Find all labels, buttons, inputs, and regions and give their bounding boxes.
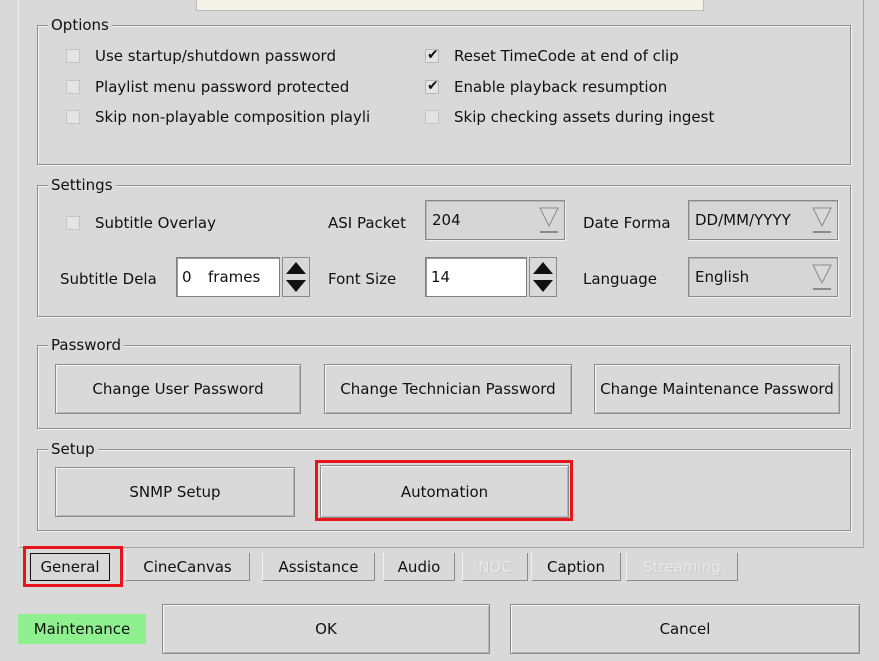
tab-general[interactable]: General [30, 553, 110, 581]
change-user-password-label: Change User Password [92, 380, 264, 398]
playlist-password-checkbox[interactable] [66, 80, 80, 94]
tab-noc-label: NOC [478, 557, 512, 576]
skip-checking-assets-label: Skip checking assets during ingest [454, 108, 715, 126]
language-label: Language [583, 270, 658, 288]
settings-legend: Settings [48, 176, 116, 194]
tab-general-label: General [40, 558, 100, 576]
font-size-label: Font Size [328, 270, 397, 288]
font-size-stepper[interactable] [529, 257, 557, 297]
dropdown-arrow-icon [812, 264, 832, 290]
subtitle-delay-label: Subtitle Dela [60, 270, 157, 288]
skip-checking-assets-checkbox[interactable] [425, 110, 439, 124]
snmp-setup-button[interactable]: SNMP Setup [55, 467, 295, 517]
use-startup-password-label: Use startup/shutdown password [95, 47, 336, 65]
tab-noc[interactable]: NOC [462, 553, 528, 581]
reset-timecode-label: Reset TimeCode at end of clip [454, 47, 679, 65]
tab-assistance-label: Assistance [278, 557, 359, 576]
reset-timecode-checkbox[interactable]: ✔ [425, 47, 439, 63]
options-legend: Options [48, 16, 112, 34]
subtitle-delay-unit: frames [208, 268, 261, 286]
tab-streaming-label: Streaming [643, 557, 721, 576]
status-badge-label: Maintenance [33, 620, 131, 638]
subtitle-delay-input[interactable]: 0 frames [176, 257, 280, 297]
automation-button[interactable]: Automation [320, 465, 569, 518]
font-size-value: 14 [431, 268, 451, 286]
checkmark-icon: ✔ [427, 47, 439, 63]
playlist-password-label: Playlist menu password protected [95, 78, 350, 96]
date-format-value: DD/MM/YYYY [695, 211, 791, 229]
skip-nonplayable-label: Skip non-playable composition playli [95, 108, 371, 126]
language-dropdown[interactable]: English [688, 257, 838, 297]
ok-button-label: OK [315, 620, 337, 638]
tab-cinecanvas[interactable]: CineCanvas [125, 553, 250, 581]
ok-button[interactable]: OK [162, 604, 490, 654]
tab-caption-label: Caption [547, 557, 605, 576]
subtitle-delay-value: 0 [182, 268, 192, 286]
skip-nonplayable-checkbox[interactable] [66, 110, 80, 124]
change-maintenance-password-label: Change Maintenance Password [600, 380, 834, 398]
checkmark-icon: ✔ [427, 78, 439, 94]
enable-playback-resumption-checkbox[interactable]: ✔ [425, 78, 439, 94]
change-user-password-button[interactable]: Change User Password [55, 364, 301, 414]
top-field-edge [196, 0, 704, 11]
status-badge: Maintenance [18, 614, 146, 644]
setup-legend: Setup [48, 440, 98, 458]
tab-streaming[interactable]: Streaming [626, 553, 738, 581]
tab-audio[interactable]: Audio [383, 553, 455, 581]
cancel-button[interactable]: Cancel [510, 604, 860, 654]
font-size-input[interactable]: 14 [425, 257, 527, 297]
enable-playback-resumption-label: Enable playback resumption [454, 78, 668, 96]
language-value: English [695, 268, 750, 286]
asi-packet-label: ASI Packet [328, 214, 407, 232]
dropdown-arrow-icon [812, 207, 832, 233]
change-maintenance-password-button[interactable]: Change Maintenance Password [594, 364, 840, 414]
change-technician-password-button[interactable]: Change Technician Password [324, 364, 572, 414]
cancel-button-label: Cancel [659, 620, 711, 638]
tab-audio-label: Audio [397, 557, 441, 576]
snmp-setup-label: SNMP Setup [129, 483, 221, 501]
tab-assistance[interactable]: Assistance [262, 553, 375, 581]
subtitle-overlay-checkbox[interactable] [66, 216, 80, 230]
password-legend: Password [48, 336, 125, 354]
asi-packet-dropdown[interactable]: 204 [425, 200, 565, 240]
subtitle-overlay-label: Subtitle Overlay [95, 214, 216, 232]
dropdown-arrow-icon [539, 207, 559, 233]
use-startup-password-checkbox[interactable] [66, 49, 80, 63]
tab-cinecanvas-label: CineCanvas [143, 557, 232, 576]
subtitle-delay-stepper[interactable] [282, 257, 310, 297]
date-format-dropdown[interactable]: DD/MM/YYYY [688, 200, 838, 240]
asi-packet-value: 204 [432, 211, 461, 229]
change-technician-password-label: Change Technician Password [340, 380, 556, 398]
date-format-label: Date Forma [583, 214, 671, 232]
tab-caption[interactable]: Caption [531, 553, 621, 581]
automation-label: Automation [400, 482, 489, 501]
